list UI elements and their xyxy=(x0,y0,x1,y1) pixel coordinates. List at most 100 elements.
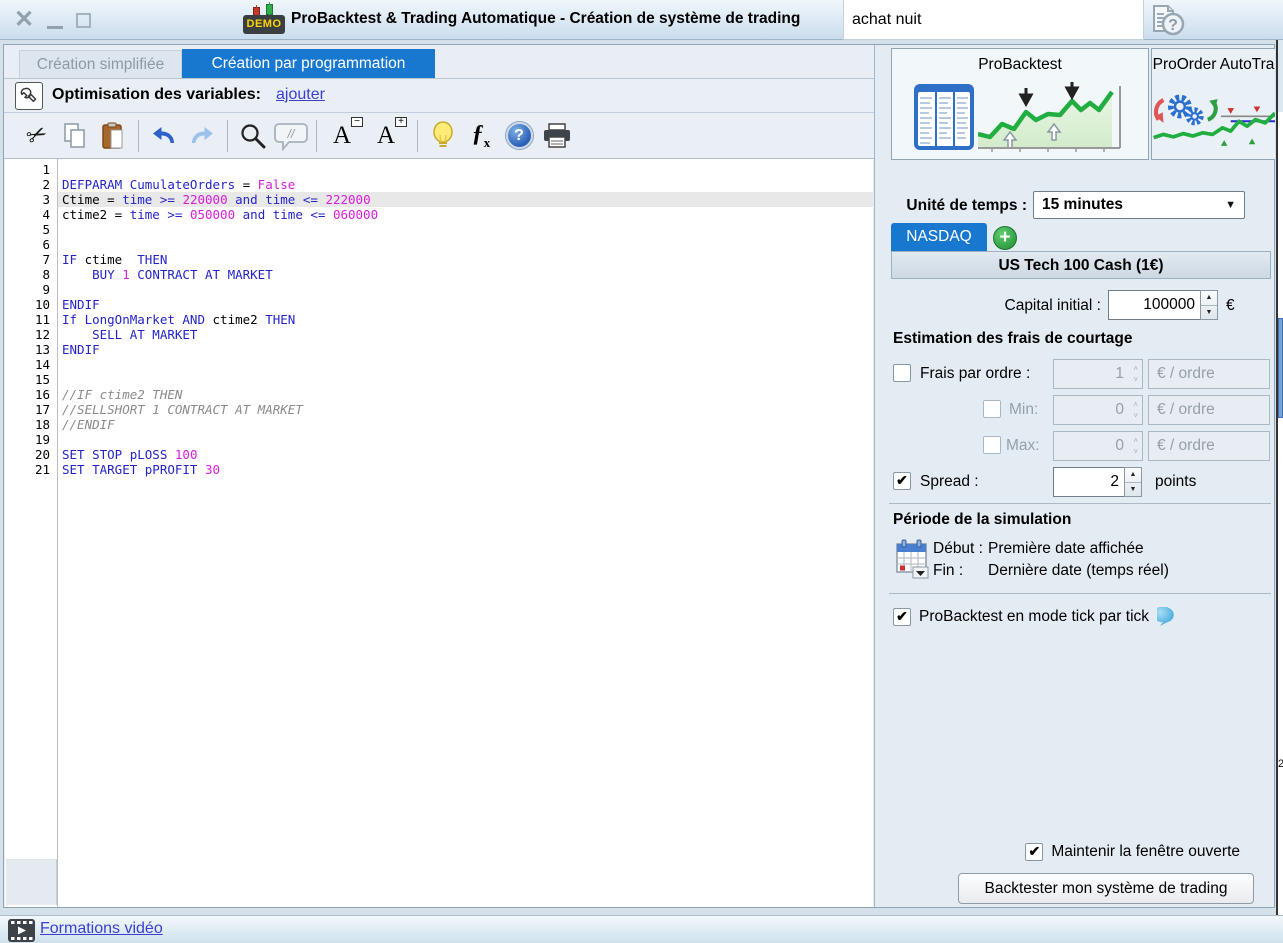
code-line[interactable]: If LongOnMarket AND ctime2 THEN xyxy=(58,312,873,327)
keep-open-checkbox[interactable]: ✔ xyxy=(1025,843,1044,861)
fees-title: Estimation des frais de courtage xyxy=(893,330,1133,347)
code-line[interactable] xyxy=(58,357,873,372)
fee-row-per-order: Frais par ordre : 1 € / ordre xyxy=(893,357,1271,391)
line-number: 17 xyxy=(34,402,50,417)
redo-icon[interactable] xyxy=(183,118,221,154)
capital-input[interactable]: 100000 xyxy=(1108,290,1201,320)
code-line[interactable] xyxy=(58,432,873,447)
titlebar: ✕ DEMO ProBacktest & Trading Automatique… xyxy=(0,0,1283,40)
wrench-icon[interactable] xyxy=(15,82,43,110)
line-number: 6 xyxy=(42,237,50,252)
code-line[interactable] xyxy=(58,237,873,252)
code-line[interactable]: DEFPARAM CumulateOrders = False xyxy=(58,177,873,192)
code-line[interactable] xyxy=(58,162,873,177)
demo-badge: DEMO xyxy=(243,2,285,36)
zoom-icon[interactable] xyxy=(234,118,272,154)
footer-bar: Formations vidéo xyxy=(0,915,1283,943)
line-number: 8 xyxy=(42,267,50,282)
code-line[interactable]: //IF ctime2 THEN xyxy=(58,387,873,402)
system-name-input[interactable] xyxy=(843,0,1144,40)
code-line[interactable]: IF ctime THEN xyxy=(58,252,873,267)
document-question-icon[interactable]: ? xyxy=(1148,3,1186,39)
line-number: 19 xyxy=(34,432,50,447)
code-line[interactable]: SET STOP pLOSS 100 xyxy=(58,447,873,462)
function-icon[interactable]: ƒx xyxy=(462,118,500,154)
paste-icon[interactable] xyxy=(94,118,132,154)
timeframe-label: Unité de temps : xyxy=(906,197,1027,214)
period-title: Période de la simulation xyxy=(893,511,1072,528)
period-start-label: Début : xyxy=(933,540,983,557)
code-line[interactable]: ENDIF xyxy=(58,342,873,357)
line-number: 18 xyxy=(34,417,50,432)
line-number: 10 xyxy=(34,297,50,312)
fee-per-order-input[interactable]: 1 xyxy=(1053,359,1143,389)
video-training-link[interactable]: Formations vidéo xyxy=(40,920,163,938)
fee-min-checkbox[interactable] xyxy=(983,400,1001,418)
calendar-icon[interactable] xyxy=(893,539,929,579)
fee-min-input[interactable]: 0 xyxy=(1053,395,1143,425)
fee-per-order-checkbox[interactable] xyxy=(893,364,911,382)
film-icon[interactable] xyxy=(8,919,35,942)
maximize-icon[interactable] xyxy=(76,12,92,28)
add-market-button[interactable]: + xyxy=(993,226,1017,250)
code-line[interactable]: Ctime = time >= 220000 and time <= 22200… xyxy=(58,192,873,207)
code-line[interactable]: ctime2 = time >= 050000 and time <= 0600… xyxy=(58,207,873,222)
code-line[interactable]: //ENDIF xyxy=(58,417,873,432)
code-line[interactable]: ENDIF xyxy=(58,297,873,312)
keep-open-row: ✔ Maintenir la fenêtre ouverte xyxy=(1025,843,1240,861)
fee-max-checkbox[interactable] xyxy=(983,436,1001,454)
backtest-button[interactable]: Backtester mon système de trading xyxy=(958,873,1254,904)
font-increase-icon[interactable]: A + xyxy=(367,117,408,154)
close-icon[interactable]: ✕ xyxy=(14,8,34,32)
capital-stepper[interactable]: ▲ ▼ xyxy=(1200,290,1218,320)
code-line[interactable]: //SELLSHORT 1 CONTRACT AT MARKET xyxy=(58,402,873,417)
period-end-label: Fin : xyxy=(933,562,964,579)
code-editor[interactable]: 1 2 3 4 5 6 7 8 9 10 11 12 13 14 15 16 17 18 19 20 21 DEFPAR… xyxy=(5,159,873,907)
help-icon[interactable]: ? xyxy=(500,118,538,154)
background-fragment: 2 xyxy=(1278,758,1283,770)
tick-mode-row: ✔ ProBacktest en mode tick par tick xyxy=(893,607,1181,627)
comment-icon[interactable]: // xyxy=(272,118,310,154)
fee-max-input[interactable]: 0 xyxy=(1053,431,1143,461)
chevron-down-icon: ▼ xyxy=(1225,199,1236,211)
copy-icon[interactable] xyxy=(56,118,94,154)
instrument-header: US Tech 100 Cash (1€) xyxy=(891,251,1271,279)
divider xyxy=(889,503,1271,504)
table-chart-icon xyxy=(892,81,1148,155)
code-line[interactable]: SET TARGET pPROFIT 30 xyxy=(58,462,873,477)
speech-bubble-icon[interactable] xyxy=(1157,607,1181,627)
font-decrease-icon[interactable]: A − xyxy=(323,117,364,154)
lightbulb-icon[interactable] xyxy=(424,118,462,154)
code-lines[interactable]: DEFPARAM CumulateOrders = False Ctime = t… xyxy=(58,162,873,477)
code-line[interactable]: SELL AT MARKET xyxy=(58,327,873,342)
spread-input[interactable]: 2 xyxy=(1053,467,1125,497)
add-variable-link[interactable]: ajouter xyxy=(276,86,325,104)
tab-proorder-autotrading[interactable]: ProOrder AutoTra xyxy=(1151,48,1275,160)
editor-toolbar: ✂ // A − A + ƒx ? xyxy=(4,113,874,159)
tab-creation-simplifiee[interactable]: Création simplifiée xyxy=(19,50,182,78)
cut-icon[interactable]: ✂ xyxy=(18,118,56,154)
print-icon[interactable] xyxy=(538,118,576,154)
spread-checkbox[interactable]: ✔ xyxy=(893,472,911,490)
background-window-edge: 2 xyxy=(1276,40,1283,915)
fee-per-order-unit: € / ordre xyxy=(1148,359,1270,389)
gears-chart-icon xyxy=(1152,81,1275,155)
line-number: 15 xyxy=(34,372,50,387)
code-line[interactable] xyxy=(58,222,873,237)
code-line[interactable] xyxy=(58,282,873,297)
line-number: 13 xyxy=(34,342,50,357)
tab-nasdaq[interactable]: NASDAQ xyxy=(891,223,987,251)
code-line[interactable]: BUY 1 CONTRACT AT MARKET xyxy=(58,267,873,282)
timeframe-select[interactable]: 15 minutes ▼ xyxy=(1033,191,1245,219)
spread-stepper[interactable]: ▲ ▼ xyxy=(1124,467,1142,497)
period-end[interactable]: Fin : Dernière date (temps réel) xyxy=(933,562,1169,580)
minimize-icon[interactable] xyxy=(47,25,64,29)
tab-creation-par-programmation[interactable]: Création par programmation xyxy=(182,49,435,78)
period-start[interactable]: Début : Première date affichée xyxy=(933,540,1144,558)
code-line[interactable] xyxy=(58,372,873,387)
tick-mode-label: ProBacktest en mode tick par tick xyxy=(919,608,1150,625)
tab-probacktest[interactable]: ProBacktest xyxy=(891,48,1149,160)
tick-mode-checkbox[interactable]: ✔ xyxy=(893,608,911,626)
undo-icon[interactable] xyxy=(145,118,183,154)
spread-unit: points xyxy=(1155,473,1197,490)
